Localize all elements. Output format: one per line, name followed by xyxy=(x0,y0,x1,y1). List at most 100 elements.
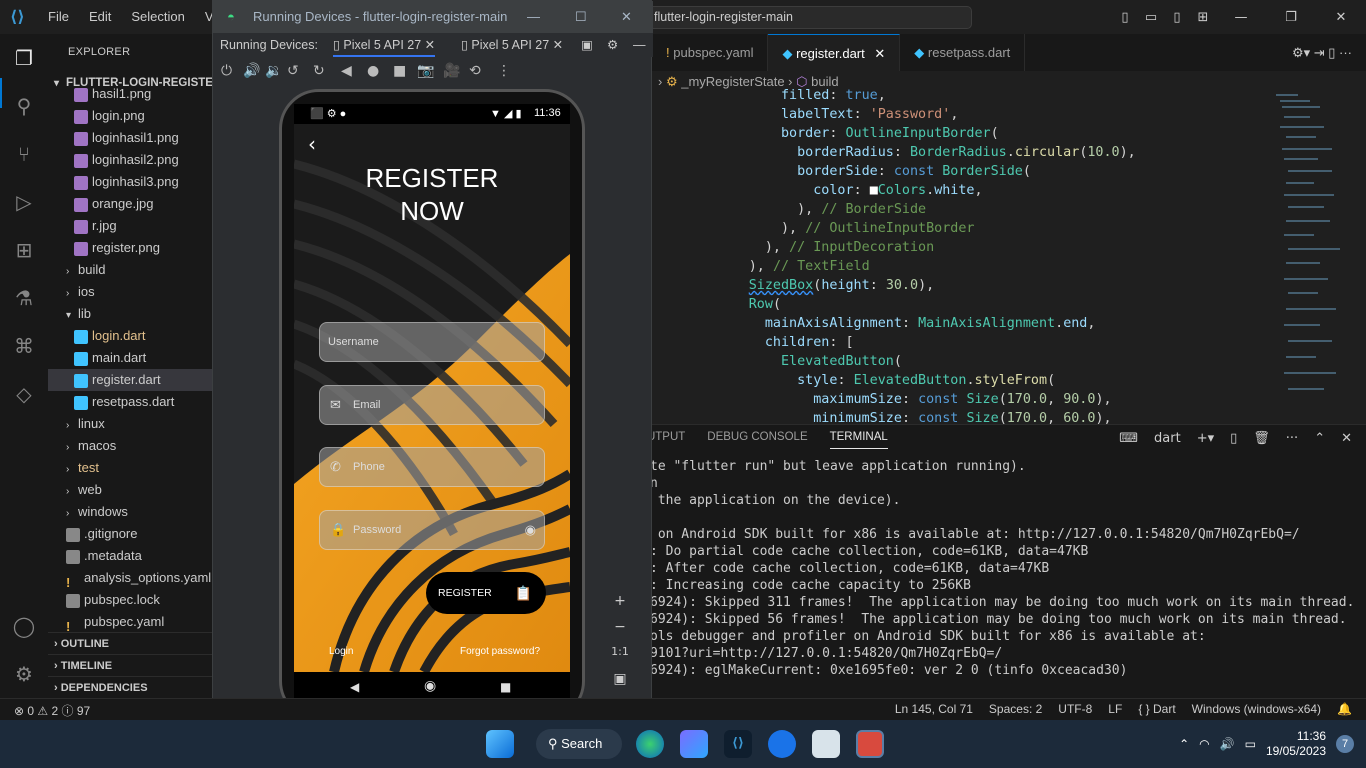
emulator-taskbar-icon[interactable] xyxy=(856,730,884,758)
outline-section[interactable]: › OUTLINE xyxy=(48,632,214,654)
more-icon[interactable]: ⋮ xyxy=(497,63,511,79)
source-control-icon[interactable]: ⑂ xyxy=(12,142,36,166)
tab-pubspec[interactable]: ! pubspec.yaml xyxy=(652,34,769,71)
tab-resetpass-dart[interactable]: ◆ resetpass.dart xyxy=(900,34,1026,71)
fit-screen-icon[interactable]: ▣ xyxy=(607,671,633,697)
settings-gear-icon[interactable]: ⚙ xyxy=(12,662,36,686)
menu-edit[interactable]: Edit xyxy=(79,0,121,34)
extensions-icon[interactable]: ⊞ xyxy=(12,238,36,262)
maximize-panel-icon[interactable]: ⌃ xyxy=(1314,431,1325,446)
customize-layout-icon[interactable]: ⊞ xyxy=(1190,10,1216,25)
editor-actions[interactable]: ⚙▾ ⇥ ▯ ··· xyxy=(1278,34,1366,71)
tab-register-dart[interactable]: ◆ register.dart ✕ xyxy=(768,34,901,71)
account-icon[interactable]: ◯ xyxy=(12,614,36,638)
indentation[interactable]: Spaces: 2 xyxy=(989,702,1042,716)
toggle-sidebar-icon[interactable]: ▯ xyxy=(1112,10,1138,25)
line-ending[interactable]: LF xyxy=(1108,702,1122,716)
zoom-in-icon[interactable]: + xyxy=(607,593,633,619)
email-field[interactable]: ✉ Email xyxy=(319,385,545,425)
tree-item[interactable]: register.dart xyxy=(48,369,214,391)
command-center[interactable]: flutter-login-register-main xyxy=(645,6,972,29)
more-actions-icon[interactable]: ··· xyxy=(1286,431,1298,446)
zoom-out-icon[interactable]: − xyxy=(607,619,633,645)
register-button[interactable]: REGISTER 📋 xyxy=(426,572,546,614)
toggle-secondary-sidebar-icon[interactable]: ▯ xyxy=(1164,10,1190,25)
rotate-right-icon[interactable]: ↻ xyxy=(313,63,325,79)
battery-icon[interactable]: ▭ xyxy=(1245,737,1256,751)
run-debug-icon[interactable]: ▷ xyxy=(12,190,36,214)
password-field[interactable]: 🔒 Password ◉ xyxy=(319,510,545,550)
app-window-icon[interactable] xyxy=(812,730,840,758)
rotate-left-icon[interactable]: ↺ xyxy=(287,63,299,79)
phone-field[interactable]: ✆ Phone xyxy=(319,447,545,487)
shell-name[interactable]: dart xyxy=(1154,431,1181,446)
record-icon[interactable]: 🎥 xyxy=(443,63,460,79)
overview-icon[interactable]: ■ xyxy=(393,63,406,79)
tree-item[interactable]: ! analysis_options.yaml xyxy=(48,567,214,590)
copilot-icon[interactable] xyxy=(680,730,708,758)
tree-item[interactable]: loginhasil3.png xyxy=(48,171,214,193)
forgot-password-link[interactable]: Forgot password? xyxy=(460,646,540,657)
back-icon[interactable]: ◀ xyxy=(341,63,352,79)
tree-item[interactable]: login.dart xyxy=(48,325,214,347)
nav-home-icon[interactable]: ◉ xyxy=(424,678,436,694)
tree-item[interactable]: register.png xyxy=(48,237,214,259)
tree-item[interactable]: › web xyxy=(48,479,214,501)
screenshot-icon[interactable]: 📷 xyxy=(417,63,434,79)
visibility-eye-icon[interactable]: ◉ xyxy=(525,511,536,549)
tree-item[interactable]: .gitignore xyxy=(48,523,214,545)
tree-item[interactable]: r.jpg xyxy=(48,215,214,237)
tree-item[interactable]: loginhasil2.png xyxy=(48,149,214,171)
notification-badge[interactable]: 7 xyxy=(1336,735,1354,753)
nav-recents-icon[interactable]: ■ xyxy=(500,680,511,694)
tray-chevron-icon[interactable]: ⌃ xyxy=(1179,737,1189,751)
zoom-actual-size[interactable]: 1:1 xyxy=(607,645,633,671)
terminal-output[interactable]: te "flutter run" but leave application r… xyxy=(650,458,1354,679)
tree-item[interactable]: › macos xyxy=(48,435,214,457)
tree-item[interactable]: loginhasil1.png xyxy=(48,127,214,149)
device-tab-2[interactable]: ▯ Pixel 5 API 27 ✕ xyxy=(461,33,563,57)
volume-up-icon[interactable]: 🔊 xyxy=(243,63,260,79)
close-panel-icon[interactable]: ✕ xyxy=(1341,431,1352,446)
menu-selection[interactable]: Selection xyxy=(121,0,194,34)
explorer-icon[interactable]: ❐ xyxy=(12,46,36,70)
notifications-bell-icon[interactable]: 🔔 xyxy=(1337,702,1352,716)
android-studio-icon[interactable] xyxy=(768,730,796,758)
maximize-emu-icon[interactable]: ☐ xyxy=(575,1,587,33)
close-emu-icon[interactable]: ✕ xyxy=(621,1,632,33)
cursor-position[interactable]: Ln 145, Col 71 xyxy=(895,702,973,716)
tree-item[interactable]: › ios xyxy=(48,281,214,303)
tree-item[interactable]: .metadata xyxy=(48,545,214,567)
encoding[interactable]: UTF-8 xyxy=(1058,702,1092,716)
device-tab-1[interactable]: ▯ Pixel 5 API 27 ✕ xyxy=(333,33,436,57)
language-mode[interactable]: { } Dart xyxy=(1138,702,1175,716)
dependencies-section[interactable]: › DEPENDENCIES xyxy=(48,676,214,698)
testing-icon[interactable]: ⚗ xyxy=(12,286,36,310)
flutter-icon[interactable]: ◇ xyxy=(12,382,36,406)
close-window-icon[interactable]: ✕ xyxy=(1316,10,1366,25)
wifi-icon[interactable]: ◠ xyxy=(1199,737,1209,751)
tree-item[interactable]: main.dart xyxy=(48,347,214,369)
taskbar-search[interactable]: ⚲ Search xyxy=(536,729,622,759)
snapshot-icon[interactable]: ⟲ xyxy=(469,63,481,79)
nav-back-icon[interactable]: ◀ xyxy=(350,680,359,694)
tree-item[interactable]: hasil1.png xyxy=(48,83,214,105)
login-link[interactable]: Login xyxy=(329,646,353,657)
tree-item[interactable]: ▾ lib xyxy=(48,303,214,325)
timeline-section[interactable]: › TIMELINE xyxy=(48,654,214,676)
username-field[interactable]: Username xyxy=(319,322,545,362)
kill-terminal-icon[interactable]: 🗑 xyxy=(1253,431,1270,446)
problems-indicator[interactable]: ⊗ 0 ⚠ 2 ⓘ 97 xyxy=(14,702,90,719)
hide-icon[interactable]: — xyxy=(633,33,646,57)
tab-terminal[interactable]: TERMINAL xyxy=(829,431,888,449)
clock-area[interactable]: 11:36 19/05/2023 xyxy=(1266,729,1326,759)
close-tab-icon[interactable]: ✕ xyxy=(874,46,885,61)
back-arrow-icon[interactable]: ‹ xyxy=(308,132,316,156)
menu-file[interactable]: File xyxy=(38,0,79,34)
layout-icon[interactable]: ▣ xyxy=(581,33,593,57)
tree-item[interactable]: pubspec.lock xyxy=(48,589,214,611)
new-terminal-icon[interactable]: +▾ xyxy=(1197,431,1214,446)
code-view[interactable]: filled: true, labelText: 'Password', bor… xyxy=(652,86,1272,424)
tree-item[interactable]: › build xyxy=(48,259,214,281)
flutter-device[interactable]: Windows (windows-x64) xyxy=(1192,702,1321,716)
